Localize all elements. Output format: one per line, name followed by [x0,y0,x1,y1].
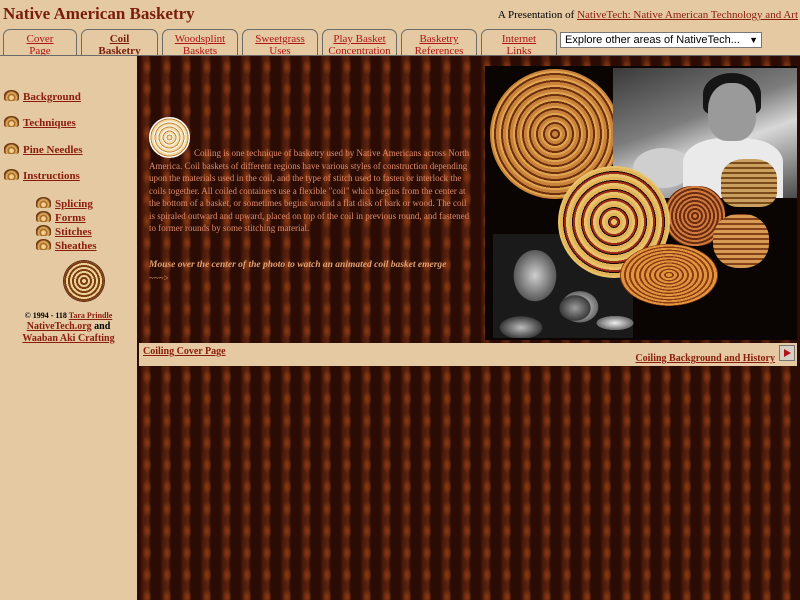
face-image [708,83,756,141]
tab-internet-links[interactable]: Internet Links [481,29,557,57]
tab-woodsplint-baskets[interactable]: Woodsplint Baskets [162,29,238,57]
tab-cover-page[interactable]: Cover Page [3,29,77,57]
sidebar-sublink-sheathes[interactable]: Sheathes [55,240,97,252]
coil-basket-image [64,261,104,301]
basket-image [721,159,777,207]
tab-sweetgrass-uses[interactable]: Sweetgrass Uses [242,29,318,57]
nativetech-link[interactable]: NativeTech: Native American Technology a… [577,9,798,21]
prev-page-link[interactable]: Coiling Cover Page [143,346,226,357]
next-page-link[interactable]: Coiling Background and History [635,353,775,364]
basket-icon [4,116,19,127]
pottery-image [545,288,645,338]
and-text: and [91,321,111,332]
basket-icon [4,169,19,180]
sidebar-link-instructions[interactable]: Instructions [23,170,80,182]
explore-select-value: Explore other areas of NativeTech... [565,34,740,46]
sidebar-sublink-splicing[interactable]: Splicing [55,198,93,210]
sidebar-link-techniques[interactable]: Techniques [23,117,76,129]
credit-line: NativeTech.org and [0,321,137,332]
sidebar-link-pine-needles[interactable]: Pine Needles [23,144,83,156]
basket-icon [36,197,51,208]
header: Native American Basketry A Presentation … [0,0,800,30]
basket-icon [36,211,51,222]
page-nav-bar: Coiling Cover Page Coiling Background an… [139,343,797,366]
arrow-text: ~~~> [149,273,169,283]
site-title: Native American Basketry [3,4,195,23]
explore-select[interactable]: Explore other areas of NativeTech... ▼ [560,32,762,48]
tab-basketry-references[interactable]: Basketry References [401,29,477,57]
basket-icon [4,143,19,154]
dropdown-arrow-icon: ▼ [749,35,758,45]
waaban-aki-link[interactable]: Waaban Aki Crafting [22,333,114,344]
sidebar-link-background[interactable]: Background [23,91,81,103]
copyright: © 1994 - 118 Tara Prindle [0,311,137,320]
presentation-line: A Presentation of NativeTech: Native Ame… [498,9,798,21]
basket-icon [36,239,51,250]
author-link[interactable]: Tara Prindle [69,311,112,320]
coiling-description: Coiling is one technique of basketry use… [149,148,470,233]
tab-coil-basketry[interactable]: Coil Basketry [81,29,158,57]
sidebar-sublink-stitches[interactable]: Stitches [55,226,92,238]
tab-play-basket[interactable]: Play Basket Concentration [322,29,397,57]
basket-icon [4,90,19,101]
next-arrow-icon[interactable] [779,345,795,361]
basket-image [713,214,769,268]
coil-basket-photo[interactable] [485,66,797,340]
presentation-prefix: A Presentation of [497,9,578,21]
sidebar-sublink-forms[interactable]: Forms [55,212,86,224]
nativetech-org-link[interactable]: NativeTech.org [27,321,92,332]
woven-background-bottom [137,366,800,600]
basket-icon [36,225,51,236]
sidebar: Background Techniques Pine Needles Instr… [0,56,137,600]
mouse-over-hint: Mouse over the center of the photo to wa… [149,260,447,270]
copyright-prefix: © 1994 - 118 [24,311,69,320]
credit-line-2: Waaban Aki Crafting [0,333,137,344]
